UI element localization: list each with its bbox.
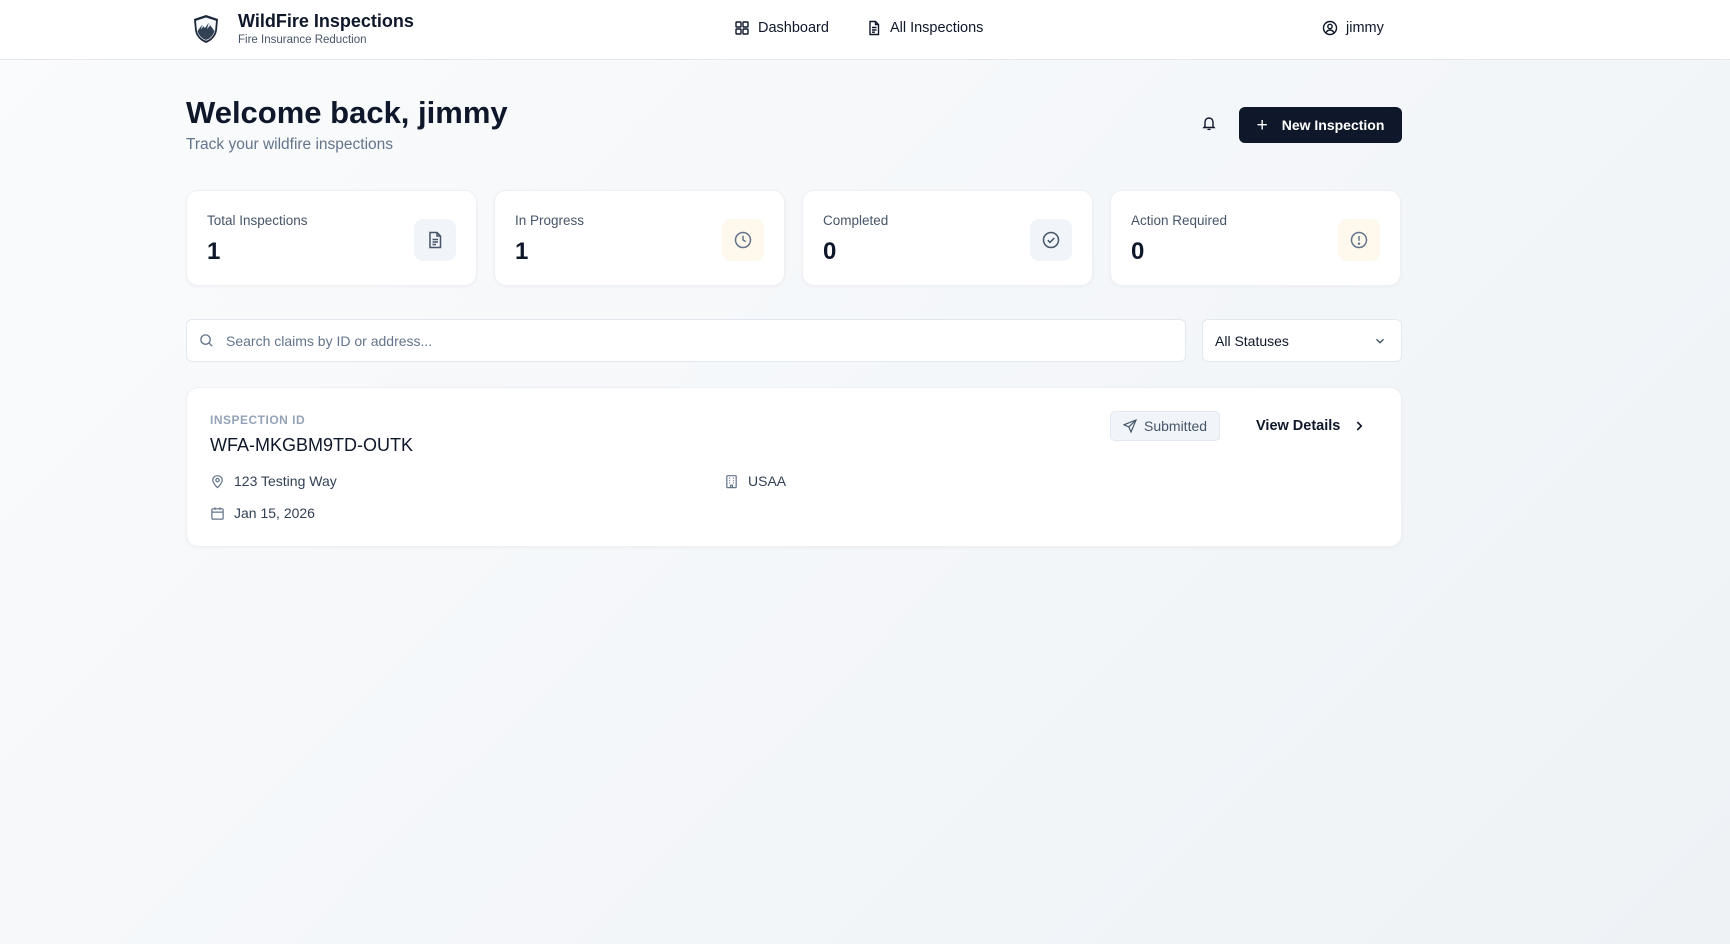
stat-card-action-required: Action Required 0 [1110, 190, 1401, 286]
inspection-address: 123 Testing Way [210, 473, 337, 489]
view-details-label: View Details [1256, 418, 1341, 434]
notifications-button[interactable] [1198, 112, 1220, 134]
search-icon [200, 334, 213, 347]
inspection-card[interactable]: INSPECTION ID WFA-MKGBM9TD-OUTK 123 Test… [186, 387, 1402, 547]
user-menu[interactable]: jimmy [1322, 0, 1384, 56]
status-filter-select[interactable]: All Statuses [1202, 319, 1402, 362]
stat-label: Completed [823, 213, 889, 228]
view-details-link[interactable]: View Details [1256, 418, 1366, 434]
stat-label: Action Required [1131, 213, 1228, 228]
date-text: Jan 15, 2026 [234, 505, 315, 521]
stat-icon-box [1030, 219, 1072, 261]
inspection-id: WFA-MKGBM9TD-OUTK [210, 435, 413, 455]
stat-icon-box [414, 219, 456, 261]
map-pin-icon [212, 474, 223, 488]
stat-label: Total Inspections [207, 213, 308, 228]
brand-subtitle: Fire Insurance Reduction [238, 34, 367, 46]
stat-icon-box [1338, 219, 1380, 261]
shield-logo-icon [194, 14, 218, 43]
document-icon [429, 231, 442, 249]
stat-value: 1 [515, 238, 529, 265]
stat-value: 0 [823, 238, 837, 265]
alert-circle-icon [1350, 231, 1368, 249]
chevron-right-icon [1357, 421, 1363, 431]
stat-card-completed: Completed 0 [802, 190, 1093, 286]
chevron-down-icon [1376, 338, 1384, 344]
nav-dashboard-label: Dashboard [758, 20, 829, 36]
top-nav-bar: WildFire Inspections Fire Insurance Redu… [0, 0, 1730, 60]
stat-value: 0 [1131, 238, 1145, 265]
check-circle-icon [1042, 231, 1060, 249]
send-icon [1123, 419, 1137, 433]
address-text: 123 Testing Way [234, 473, 337, 489]
status-badge: Submitted [1110, 411, 1221, 441]
stat-label: In Progress [515, 213, 585, 228]
stat-icon-box [722, 219, 764, 261]
bell-icon [1202, 117, 1216, 131]
main-nav: Dashboard All Inspections [734, 0, 1020, 56]
stat-value: 1 [207, 238, 221, 265]
clock-icon [734, 231, 752, 249]
building-icon [726, 474, 737, 488]
inspection-insurer: USAA [724, 473, 786, 489]
plus-icon: + [1256, 114, 1268, 136]
stat-card-total: Total Inspections 1 [186, 190, 477, 286]
nav-all-inspections[interactable]: All Inspections [866, 20, 984, 36]
page-title: Welcome back, jimmy [186, 95, 508, 130]
inspection-date: Jan 15, 2026 [210, 505, 315, 521]
status-filter-value: All Statuses [1215, 332, 1289, 349]
insurer-text: USAA [748, 473, 787, 489]
new-inspection-button[interactable]: + New Inspection [1239, 107, 1402, 143]
stat-card-in-progress: In Progress 1 [494, 190, 785, 286]
brand[interactable]: WildFire Inspections Fire Insurance Redu… [190, 11, 414, 46]
nav-dashboard[interactable]: Dashboard [734, 20, 829, 36]
user-circle-icon [1322, 20, 1338, 36]
grid-icon [735, 21, 749, 35]
calendar-icon [211, 506, 224, 520]
document-icon [869, 20, 880, 36]
search-box [186, 319, 1186, 362]
brand-title: WildFire Inspections [238, 11, 414, 31]
status-badge-label: Submitted [1144, 418, 1208, 434]
inspection-id-label: INSPECTION ID [210, 413, 306, 427]
search-input[interactable] [226, 332, 1185, 349]
user-name: jimmy [1346, 20, 1384, 36]
new-inspection-label: New Inspection [1281, 117, 1385, 133]
nav-all-inspections-label: All Inspections [889, 20, 984, 36]
page-subtitle: Track your wildfire inspections [186, 136, 394, 153]
welcome-section: Welcome back, jimmy Track your wildfire … [186, 94, 508, 154]
